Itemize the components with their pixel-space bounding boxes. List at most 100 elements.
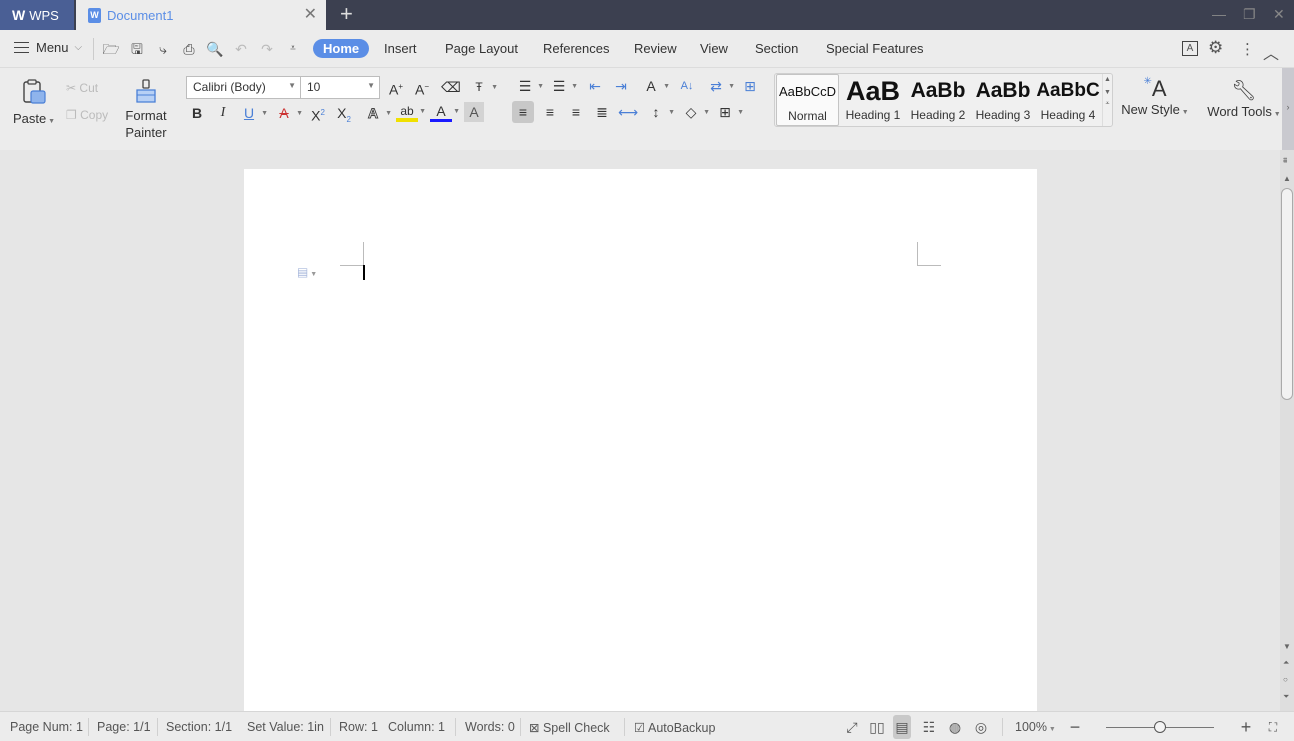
full-screen-icon[interactable]: ⤢ — [843, 718, 861, 736]
borders-icon[interactable]: ⊞ ▼ — [714, 101, 744, 123]
eye-protection-icon[interactable]: ◎ — [972, 718, 990, 736]
fit-window-icon[interactable]: ⛶ — [1264, 718, 1282, 736]
strikethrough-icon[interactable]: A ▼ — [273, 102, 303, 124]
spell-check-button[interactable]: ⊠ Spell Check — [529, 720, 610, 735]
clear-format-icon[interactable]: ⌫ — [440, 76, 462, 98]
zoom-level-select[interactable]: 100% ▼ — [1015, 720, 1056, 734]
style-heading-4[interactable]: AaBbC Heading 4 — [1036, 74, 1100, 126]
restore-icon[interactable]: ❐ — [1243, 6, 1256, 23]
style-heading-1[interactable]: AaB Heading 1 — [841, 74, 905, 126]
tab-section[interactable]: Section — [755, 41, 798, 56]
page-view-icon[interactable]: ▤ — [893, 715, 911, 739]
expand-styles-icon[interactable]: ⩡ — [1103, 100, 1112, 108]
grow-font-icon[interactable]: A+ — [385, 76, 407, 98]
show-hide-marks-icon[interactable]: ⇄ ▼ — [705, 75, 735, 97]
save-icon[interactable]: 🖫 — [128, 41, 146, 57]
status-set-value[interactable]: Set Value: 1in — [247, 720, 324, 734]
close-tab-icon[interactable]: ✕ — [304, 7, 317, 23]
subscript-icon[interactable]: X2 — [333, 102, 355, 124]
read-view-icon[interactable]: ▯▯ — [868, 718, 886, 736]
new-tab-button[interactable]: + — [340, 3, 353, 25]
line-spacing-icon[interactable]: ↕ ▼ — [645, 101, 676, 123]
justify-icon[interactable]: ≣ — [591, 101, 613, 123]
customize-icon[interactable]: ⩡ — [284, 41, 302, 57]
status-section[interactable]: Section: 1/1 — [166, 720, 232, 734]
format-painter-button[interactable]: Format Painter — [122, 78, 170, 141]
distributed-icon[interactable]: ⟷ — [617, 101, 639, 123]
status-words[interactable]: Words: 0 — [465, 720, 515, 734]
tab-special-features[interactable]: Special Features — [826, 41, 924, 56]
reading-mode-icon[interactable]: A — [1182, 41, 1198, 56]
paste-button[interactable]: Paste ▼ — [12, 78, 56, 126]
shading-icon[interactable]: ◇ ▼ — [680, 101, 710, 123]
format-painter-quick-icon[interactable]: ⤷ — [154, 41, 172, 57]
tab-page-layout[interactable]: Page Layout — [445, 41, 518, 56]
outline-view-icon[interactable]: ☷ — [920, 718, 938, 736]
document-tab[interactable]: W Document1 ✕ — [76, 0, 326, 30]
scroll-down-icon[interactable]: ▼ — [1103, 89, 1112, 96]
align-left-icon[interactable]: ≡ — [512, 101, 534, 123]
scroll-up-icon[interactable]: ▲ — [1283, 174, 1291, 183]
menu-button[interactable]: Menu ⌵ — [14, 40, 82, 55]
next-page-icon[interactable]: ⏷ — [1283, 692, 1289, 702]
character-spacing-icon[interactable]: A ▼ — [640, 75, 670, 97]
autobackup-button[interactable]: ☑ AutoBackup — [634, 720, 715, 735]
open-icon[interactable]: 🗁 — [102, 41, 120, 57]
print-icon[interactable]: ⎙ — [180, 41, 198, 57]
status-page[interactable]: Page: 1/1 — [97, 720, 151, 734]
table-layout-icon[interactable]: ⊞ — [739, 75, 761, 97]
text-effects-icon[interactable]: A ▼ — [362, 102, 392, 124]
tab-view[interactable]: View — [700, 41, 728, 56]
style-heading-3[interactable]: AaBb Heading 3 — [971, 74, 1035, 126]
italic-icon[interactable]: I — [212, 102, 234, 124]
shrink-font-icon[interactable]: A− — [411, 76, 433, 98]
numbering-icon[interactable]: ☰ ▼ — [548, 75, 578, 97]
scroll-up-icon[interactable]: ▲ — [1103, 76, 1112, 83]
redo-icon[interactable]: ↷ — [258, 41, 276, 57]
status-column[interactable]: Column: 1 — [388, 720, 445, 734]
sort-icon[interactable]: A↓ — [676, 75, 698, 97]
align-right-icon[interactable]: ≡ — [565, 101, 587, 123]
increase-indent-icon[interactable]: ⇥ — [610, 75, 632, 97]
bullets-icon[interactable]: ☰ ▼ — [514, 75, 544, 97]
zoom-out-icon[interactable]: − — [1066, 718, 1084, 736]
undo-icon[interactable]: ↶ — [232, 41, 250, 57]
font-color-icon[interactable]: A ▼ — [430, 102, 460, 122]
paragraph-options-icon[interactable]: ▤ ▼ — [297, 265, 317, 279]
document-page[interactable]: ▤ ▼ — [244, 169, 1037, 711]
cut-button[interactable]: ✂ Cut — [66, 81, 98, 95]
font-name-select[interactable]: Calibri (Body) ▼ — [186, 76, 301, 99]
zoom-in-icon[interactable]: + — [1237, 718, 1255, 736]
word-tools-button[interactable]: 🔧︎ Word Tools ▼ — [1206, 78, 1282, 119]
more-icon[interactable]: ⋮ — [1240, 40, 1255, 58]
status-row[interactable]: Row: 1 — [339, 720, 378, 734]
font-size-select[interactable]: 10 ▼ — [300, 76, 380, 99]
new-style-button[interactable]: ✳A New Style ▼ — [1120, 76, 1190, 117]
ruler-toggle-icon[interactable]: ⩩ — [1283, 156, 1287, 166]
web-view-icon[interactable]: ◍ — [946, 718, 964, 736]
minimize-icon[interactable]: — — [1212, 6, 1226, 22]
ribbon-scroll-right[interactable]: › — [1282, 68, 1294, 150]
align-center-icon[interactable]: ≡ — [539, 101, 561, 123]
text-direction-icon[interactable]: Ŧ ▼ — [468, 76, 498, 98]
tab-home[interactable]: Home — [313, 39, 370, 58]
superscript-icon[interactable]: X2 — [307, 102, 329, 124]
underline-icon[interactable]: U ▼ — [238, 102, 268, 124]
style-normal[interactable]: AaBbCcD Normal — [776, 74, 839, 126]
styles-scroll[interactable]: ▲ ▼ ⩡ — [1102, 74, 1112, 126]
settings-icon[interactable]: ⚙ — [1208, 38, 1223, 58]
tab-insert[interactable]: Insert — [384, 41, 417, 56]
wps-home-tab[interactable]: W WPS — [0, 0, 74, 30]
style-heading-2[interactable]: AaBb Heading 2 — [906, 74, 970, 126]
print-preview-icon[interactable]: 🔍 — [206, 41, 224, 57]
zoom-slider-thumb[interactable] — [1154, 721, 1166, 733]
copy-button[interactable]: ❐ Copy — [66, 108, 108, 122]
scroll-down-icon[interactable]: ▼ — [1283, 642, 1291, 651]
bold-icon[interactable]: B — [186, 102, 208, 124]
decrease-indent-icon[interactable]: ⇤ — [584, 75, 606, 97]
scrollbar-thumb[interactable] — [1281, 188, 1293, 400]
character-shading-icon[interactable]: A — [464, 102, 484, 122]
tab-references[interactable]: References — [543, 41, 609, 56]
tab-review[interactable]: Review — [634, 41, 677, 56]
collapse-ribbon-icon[interactable]: ︿ — [1263, 40, 1279, 64]
